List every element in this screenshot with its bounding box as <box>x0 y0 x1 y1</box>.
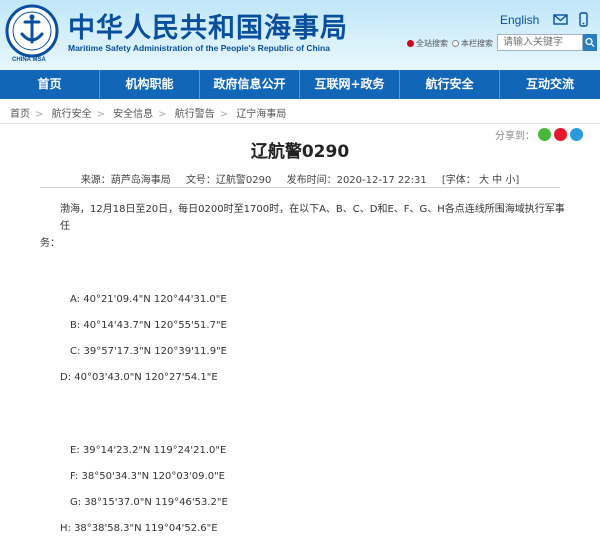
msa-logo-icon[interactable] <box>5 4 59 58</box>
breadcrumb-divider <box>0 123 600 124</box>
coordinate-c: C: 39°57'17.3"N 120°39'11.9"E <box>70 346 227 357</box>
breadcrumb-warnings[interactable]: 航行警告 <box>175 109 215 120</box>
mail-icon[interactable] <box>553 12 568 27</box>
search-icon <box>585 37 595 47</box>
main-nav: 首页 机构职能 政府信息公开 互联网+政务 航行安全 互动交流 <box>0 70 600 99</box>
meta-font-size[interactable]: [字体： 大 中 小] <box>442 175 519 186</box>
search-option-site[interactable]: 全站搜索 <box>407 38 448 49</box>
nav-functions[interactable]: 机构职能 <box>100 70 200 99</box>
nav-home[interactable]: 首页 <box>0 70 100 99</box>
radio-column[interactable] <box>452 40 459 47</box>
breadcrumb-safety-info[interactable]: 安全信息 <box>113 109 153 120</box>
search-option-site-label: 全站搜索 <box>416 39 448 48</box>
coordinate-e: E: 39°14'23.2"N 119°24'21.0"E <box>70 445 227 456</box>
article-page: 首页 > 航行安全 > 安全信息 > 航行警告 > 辽宁海事局 分享到： 辽航警0290… <box>0 99 600 556</box>
meta-divider <box>40 187 560 188</box>
site-subtitle: Maritime Safety Administration of the Pe… <box>68 43 330 53</box>
english-link[interactable]: English <box>500 13 539 27</box>
coordinate-f: F: 38°50'34.3"N 120°03'09.0"E <box>70 471 225 482</box>
article-meta: 来源：葫芦岛海事局 文号：辽航警0290 发布时间：2020-12-17 22:… <box>0 171 600 186</box>
breadcrumb: 首页 > 航行安全 > 安全信息 > 航行警告 > 辽宁海事局 <box>10 109 287 120</box>
meta-source: 来源：葫芦岛海事局 <box>80 175 171 186</box>
nav-interaction[interactable]: 互动交流 <box>500 70 600 99</box>
radio-site[interactable] <box>407 40 414 47</box>
mobile-icon[interactable] <box>576 12 591 27</box>
search-input[interactable] <box>497 34 583 51</box>
meta-published: 发布时间：2020-12-17 22:31 <box>286 175 427 186</box>
search-button[interactable] <box>583 34 597 51</box>
coordinate-b: B: 40°14'43.7"N 120°55'51.7"E <box>70 320 227 331</box>
coordinate-a: A: 40°21'09.4"N 120°44'31.0"E <box>70 294 227 305</box>
nav-navigation-safety[interactable]: 航行安全 <box>400 70 500 99</box>
nav-gov-info[interactable]: 政府信息公开 <box>200 70 300 99</box>
article-title: 辽航警0290 <box>250 142 350 162</box>
site-title: 中华人民共和国海事局 <box>68 13 348 44</box>
breadcrumb-liaoning[interactable]: 辽宁海事局 <box>236 109 286 120</box>
search-option-column[interactable]: 本栏搜索 <box>452 38 493 49</box>
coordinate-g: G: 38°15'37.0"N 119°46'53.2"E <box>70 497 228 508</box>
intro-line-1: 渤海，12月18日至20日，每日0200时至1700时，在以下A、B、C、D和E… <box>60 204 565 232</box>
coordinate-h: H: 38°38'58.3"N 119°04'52.6"E <box>60 523 218 534</box>
intro-line-2: 务： <box>40 238 60 249</box>
coordinate-d: D: 40°03'43.0"N 120°27'54.1"E <box>60 372 218 383</box>
breadcrumb-home[interactable]: 首页 <box>10 109 30 120</box>
article-intro: 渤海，12月18日至20日，每日0200时至1700时，在以下A、B、C、D和E… <box>40 201 570 252</box>
site-header: CHINA MSA 中华人民共和国海事局 Maritime Safety Adm… <box>0 0 600 70</box>
nav-internet-gov[interactable]: 互联网+政务 <box>300 70 400 99</box>
logo-text: CHINA MSA <box>12 57 46 63</box>
breadcrumb-navigation-safety[interactable]: 航行安全 <box>52 109 92 120</box>
search-option-column-label: 本栏搜索 <box>461 39 493 48</box>
meta-doc-no: 文号：辽航警0290 <box>185 175 272 186</box>
